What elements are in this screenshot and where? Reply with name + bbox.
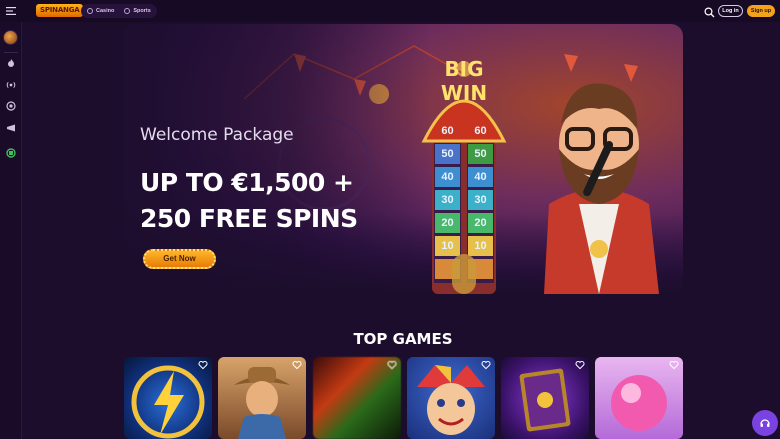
- heart-icon[interactable]: [481, 360, 491, 370]
- heart-icon[interactable]: [292, 360, 302, 370]
- live-icon[interactable]: [6, 80, 16, 90]
- tower-value: 50: [474, 148, 487, 160]
- game-card-cowboy[interactable]: [218, 357, 306, 439]
- nav-casino-label: Casino: [96, 8, 115, 14]
- avatar-icon[interactable]: [3, 30, 18, 45]
- sidebar: [0, 22, 22, 439]
- game-card-joker[interactable]: [407, 357, 495, 439]
- top-games-row: [124, 357, 683, 439]
- heart-icon[interactable]: [575, 360, 585, 370]
- nav-sports-label: Sports: [133, 8, 151, 14]
- tower-value: 30: [441, 194, 454, 206]
- tower-value: 10: [441, 240, 454, 252]
- signup-button[interactable]: Sign up: [747, 5, 775, 17]
- nav-casino[interactable]: Casino: [83, 4, 118, 18]
- tower-value: 40: [474, 171, 487, 183]
- big-win-sign: BIG WIN: [436, 57, 492, 105]
- tower-value: 60: [441, 125, 454, 137]
- tower-value: 20: [474, 217, 487, 229]
- flame-icon[interactable]: [6, 58, 16, 68]
- search-icon[interactable]: [704, 5, 715, 18]
- heart-icon[interactable]: [198, 360, 208, 370]
- hero-banner[interactable]: BIG WIN 60 50 40 30 20 10 60 50 40 30 20…: [124, 24, 683, 294]
- login-button[interactable]: Log in: [718, 5, 743, 17]
- top-games-title: TOP GAMES: [353, 330, 453, 348]
- nav-pills: Casino Sports: [81, 4, 157, 18]
- tower-value: 40: [441, 171, 454, 183]
- menu-icon[interactable]: [0, 0, 22, 22]
- hero-subtitle: Welcome Package: [140, 125, 294, 145]
- sidebar-divider: [4, 52, 18, 53]
- tower-value: 60: [474, 125, 487, 137]
- tower-column-right: 60 50 40 30 20 10: [468, 120, 493, 258]
- tower-value: 20: [441, 217, 454, 229]
- game-card-blurred[interactable]: [313, 357, 401, 439]
- tower-value: 30: [474, 194, 487, 206]
- cards-icon: [87, 8, 93, 14]
- tower-column-left: 60 50 40 30 20 10: [435, 120, 460, 258]
- hero-headline: UP TO €1,500 + 250 FREE SPINS: [140, 165, 358, 237]
- big-win-line2: WIN: [440, 81, 488, 105]
- host-character: [544, 83, 659, 294]
- nav-sports[interactable]: Sports: [120, 4, 154, 18]
- game-card-candy[interactable]: [595, 357, 683, 439]
- heart-icon[interactable]: [669, 360, 679, 370]
- tower-value: 50: [441, 148, 454, 160]
- ball-icon: [124, 8, 131, 14]
- headset-icon: [760, 419, 770, 427]
- get-now-button[interactable]: Get Now: [143, 249, 216, 269]
- support-chat-button[interactable]: [752, 410, 778, 436]
- hero-headline-line1: UP TO €1,500 +: [140, 168, 354, 197]
- promo-icon[interactable]: [6, 123, 16, 133]
- game-card-lightning[interactable]: [124, 357, 212, 439]
- heart-icon[interactable]: [387, 360, 397, 370]
- big-win-line1: BIG: [444, 57, 484, 81]
- hero-headline-line2: 250 FREE SPINS: [140, 204, 358, 233]
- game-card-book[interactable]: [501, 357, 589, 439]
- chip-icon[interactable]: [6, 101, 16, 111]
- green-icon[interactable]: [6, 148, 16, 158]
- top-bar: SPINANGA Casino Sports Log in Sign up: [0, 0, 780, 22]
- logo[interactable]: SPINANGA: [36, 4, 84, 17]
- tower-value: 10: [474, 240, 487, 252]
